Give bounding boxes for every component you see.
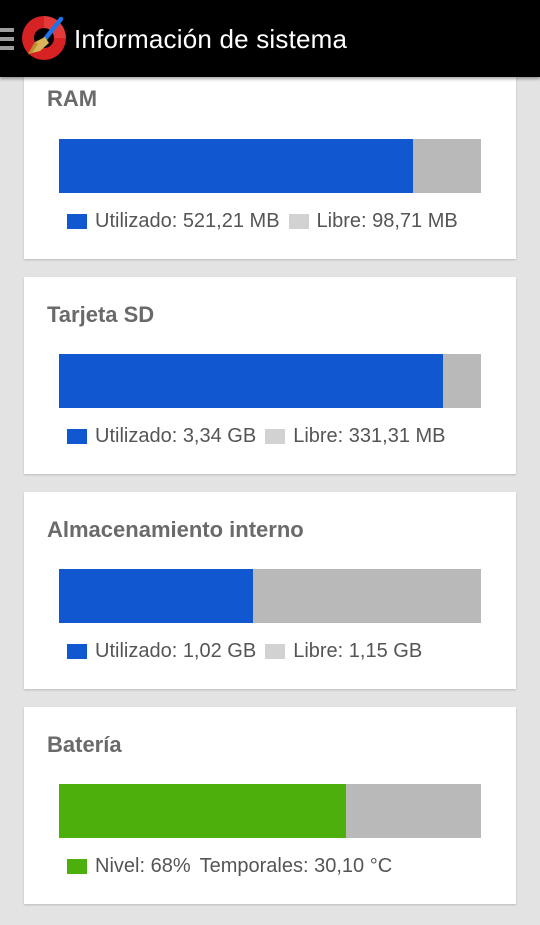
usage-bar xyxy=(59,569,481,623)
free-label: Libre: 98,71 MB xyxy=(316,209,458,232)
card-title: Tarjeta SD xyxy=(47,302,155,327)
legend: Utilizado: 521,21 MB Libre: 98,71 MB xyxy=(67,208,467,234)
temperature-label: Temporales: 30,10 °C xyxy=(199,854,393,877)
battery-swatch xyxy=(67,858,87,874)
free-swatch xyxy=(265,643,286,659)
card-title: Batería xyxy=(47,732,122,757)
battery-bar xyxy=(59,784,481,838)
used-swatch xyxy=(67,643,87,659)
level-label: Nivel: 68% xyxy=(95,854,191,877)
hamburger-menu-icon[interactable] xyxy=(0,28,14,50)
legend: Nivel: 68% Temporales: 30,10 °C xyxy=(67,853,401,879)
ccleaner-logo-icon[interactable] xyxy=(18,12,70,64)
usage-bar xyxy=(59,139,481,193)
used-label: Utilizado: 1,02 GB xyxy=(95,639,257,662)
legend: Utilizado: 3,34 GB Libre: 331,31 MB xyxy=(67,423,455,449)
legend: Utilizado: 1,02 GB Libre: 1,15 GB xyxy=(67,638,431,664)
usage-bar xyxy=(59,354,481,408)
used-swatch xyxy=(67,428,87,444)
used-label: Utilizado: 3,34 GB xyxy=(95,424,257,447)
battery-level-fill xyxy=(59,784,346,838)
free-swatch xyxy=(288,213,309,229)
free-swatch xyxy=(265,428,286,444)
battery-card: Batería Nivel: 68% Temporales: 30,10 °C xyxy=(24,707,516,904)
app-title: Información de sistema xyxy=(74,24,348,54)
card-title: Almacenamiento interno xyxy=(47,517,304,542)
card-title: RAM xyxy=(47,86,98,111)
used-label: Utilizado: 521,21 MB xyxy=(95,209,280,232)
used-fill xyxy=(59,354,444,408)
used-fill xyxy=(59,569,254,623)
used-fill xyxy=(59,139,414,193)
free-label: Libre: 331,31 MB xyxy=(293,424,446,447)
internal-storage-card: Almacenamiento interno Utilizado: 1,02 G… xyxy=(24,492,516,689)
app-bar: Información de sistema xyxy=(0,0,540,77)
sd-card-card: Tarjeta SD Utilizado: 3,34 GB Libre: 331… xyxy=(24,277,516,474)
used-swatch xyxy=(67,213,87,229)
free-label: Libre: 1,15 GB xyxy=(293,639,423,662)
ram-card: RAM Utilizado: 521,21 MB Libre: 98,71 MB xyxy=(24,60,516,259)
